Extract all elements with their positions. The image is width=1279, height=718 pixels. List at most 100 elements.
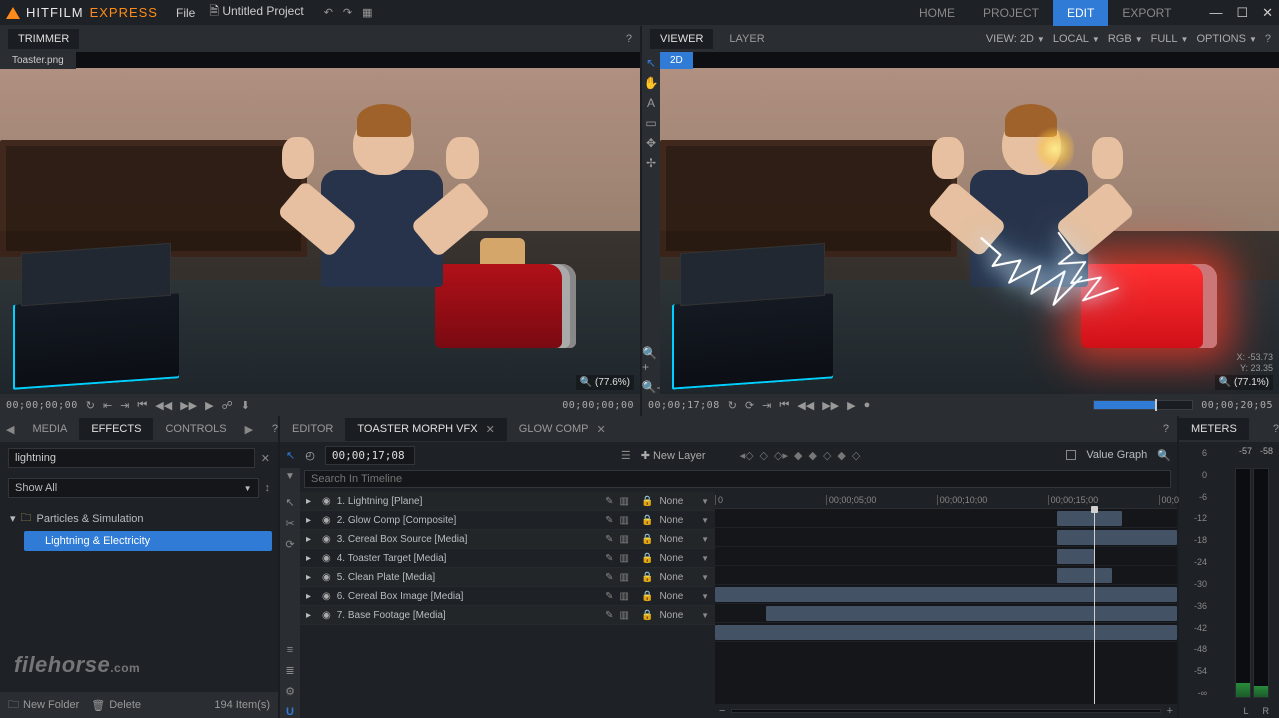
blend-row[interactable]: 🔒None▼ xyxy=(635,549,715,568)
gutter-rate-icon[interactable]: ⟳ xyxy=(285,538,294,551)
export-frame-icon[interactable]: ⬇ xyxy=(241,399,250,412)
tabs-right-arrow[interactable]: ▶ xyxy=(239,423,259,436)
pointer-tool-icon[interactable]: ↖ xyxy=(286,449,295,462)
maximize-icon[interactable]: ☐ xyxy=(1236,5,1248,21)
visibility-icon[interactable]: ◉ xyxy=(322,591,331,602)
fx-icon[interactable]: ▥ xyxy=(620,610,629,621)
clip[interactable] xyxy=(1057,511,1122,526)
chevron-down-icon[interactable]: ▼ xyxy=(701,497,709,506)
tab-controls[interactable]: CONTROLS xyxy=(153,418,238,440)
delete-button[interactable]: 🗑 Delete xyxy=(91,699,141,712)
nav-export[interactable]: EXPORT xyxy=(1108,0,1185,26)
hand-tool-icon[interactable]: ✋ xyxy=(644,76,659,90)
chevron-down-icon[interactable]: ▼ xyxy=(701,554,709,563)
clock-icon[interactable]: ◴ xyxy=(305,449,315,462)
nav-home[interactable]: HOME xyxy=(905,0,969,26)
edit-icon[interactable]: ✎ xyxy=(605,553,613,564)
tab-editor[interactable]: EDITOR xyxy=(280,418,345,440)
zoom-in-icon[interactable]: 🔍+ xyxy=(642,346,660,374)
minimize-icon[interactable]: — xyxy=(1209,5,1222,21)
kf-diamond-icon[interactable]: ◆ xyxy=(794,449,802,462)
text-tool-icon[interactable]: A xyxy=(647,96,655,110)
step-back-icon[interactable]: ◀◀ xyxy=(155,399,172,412)
mini-scrubber[interactable] xyxy=(1093,400,1193,410)
playhead[interactable] xyxy=(1094,509,1095,704)
help-icon[interactable]: ? xyxy=(1155,423,1177,435)
full-dd[interactable]: FULL▼ xyxy=(1151,33,1189,45)
help-icon[interactable]: ? xyxy=(626,33,632,45)
marker-icon[interactable]: ☍ xyxy=(222,399,233,412)
kf-diamond2-icon[interactable]: ◆ xyxy=(808,449,816,462)
sort-icon[interactable]: ↕ xyxy=(265,482,271,494)
layer-row[interactable]: ▸◉1. Lightning [Plane]✎▥ xyxy=(300,492,635,511)
layer-row[interactable]: ▸◉4. Toaster Target [Media]✎▥ xyxy=(300,549,635,568)
value-graph-cb[interactable] xyxy=(1066,450,1076,460)
nav-edit[interactable]: EDIT xyxy=(1053,0,1108,26)
track[interactable] xyxy=(715,623,1177,642)
track[interactable] xyxy=(715,528,1177,547)
timeline-search-input[interactable] xyxy=(304,470,1171,488)
gutter-slice-icon[interactable]: ✂ xyxy=(285,517,294,530)
options-dd[interactable]: OPTIONS▼ xyxy=(1196,33,1256,45)
step-fwd-icon[interactable]: ▶▶ xyxy=(822,399,839,412)
expand-icon[interactable]: ▸ xyxy=(306,496,316,507)
fx-icon[interactable]: ▥ xyxy=(620,534,629,545)
effects-filter-dd[interactable]: Show All ▼ xyxy=(8,478,259,498)
visibility-icon[interactable]: ◉ xyxy=(322,496,331,507)
timeline-ruler[interactable]: 000;00;05;0000;00;10;0000;00;15;0000;0 xyxy=(715,492,1177,509)
tree-folder[interactable]: ▾ 🗀 Particles & Simulation xyxy=(6,506,272,531)
lock-icon[interactable]: 🔒 xyxy=(641,534,653,545)
timeline[interactable]: 000;00;05;0000;00;10;0000;00;15;0000;0 −… xyxy=(715,492,1177,718)
close-tab-icon[interactable]: ✕ xyxy=(596,423,605,436)
snap-tool-icon[interactable]: ✥ xyxy=(646,136,656,150)
kf-add-icon[interactable]: ◇ xyxy=(760,449,768,462)
edit-icon[interactable]: ✎ xyxy=(605,610,613,621)
edit-icon[interactable]: ✎ xyxy=(605,496,613,507)
blend-row[interactable]: 🔒None▼ xyxy=(635,587,715,606)
chevron-down-icon[interactable]: ▼ xyxy=(701,535,709,544)
clip[interactable] xyxy=(1057,568,1112,583)
loop-icon[interactable]: ↻ xyxy=(728,399,737,412)
gutter-snap-icon[interactable]: U xyxy=(286,706,294,718)
trimmer-tc-left[interactable]: 00;00;00;00 xyxy=(6,400,78,411)
fx-icon[interactable]: ▥ xyxy=(620,553,629,564)
clip[interactable] xyxy=(715,625,1177,640)
lock-icon[interactable]: 🔒 xyxy=(641,553,653,564)
prev-icon[interactable]: ⏮ xyxy=(137,399,147,412)
trimmer-file-tab[interactable]: Toaster.png xyxy=(0,52,76,69)
new-folder-button[interactable]: 🗀 New Folder xyxy=(8,696,79,715)
track[interactable] xyxy=(715,509,1177,528)
edit-icon[interactable]: ✎ xyxy=(605,515,613,526)
out-icon[interactable]: ⇥ xyxy=(120,399,129,412)
clip[interactable] xyxy=(715,587,1177,602)
layer-tab[interactable]: LAYER xyxy=(721,29,772,49)
mask-tool-icon[interactable]: ▭ xyxy=(645,116,656,130)
step-fwd-icon[interactable]: ▶▶ xyxy=(180,399,197,412)
gutter-gear-icon[interactable]: ⚙ xyxy=(285,685,295,698)
move-tool-icon[interactable]: ✢ xyxy=(646,156,656,170)
clip[interactable] xyxy=(1057,530,1177,545)
step-back-icon[interactable]: ◀◀ xyxy=(797,399,814,412)
expand-icon[interactable]: ▸ xyxy=(306,591,316,602)
fx-icon[interactable]: ▥ xyxy=(620,591,629,602)
tab-comp-1[interactable]: TOASTER MORPH VFX✕ xyxy=(345,418,506,441)
local-dd[interactable]: LOCAL▼ xyxy=(1053,33,1100,45)
timeline-zoom-slider[interactable] xyxy=(731,709,1160,713)
menu-file[interactable]: File xyxy=(176,6,195,20)
kf-prev-icon[interactable]: ◂◇ xyxy=(740,449,754,462)
visibility-icon[interactable]: ◉ xyxy=(322,515,331,526)
blend-row[interactable]: 🔒None▼ xyxy=(635,530,715,549)
zoom-plus-icon[interactable]: + xyxy=(1167,705,1173,717)
help-icon[interactable]: ? xyxy=(272,423,278,435)
rgb-dd[interactable]: RGB▼ xyxy=(1108,33,1143,45)
effects-search-input[interactable] xyxy=(8,448,255,468)
viewer-tab[interactable]: VIEWER xyxy=(650,29,713,49)
prev-frame-icon[interactable]: ⏮ xyxy=(779,399,789,412)
gutter-a-icon[interactable]: ≡ xyxy=(287,644,293,656)
help-icon[interactable]: ? xyxy=(1265,33,1271,45)
tab-effects[interactable]: EFFECTS xyxy=(79,418,153,440)
fx-icon[interactable]: ▥ xyxy=(620,572,629,583)
track[interactable] xyxy=(715,604,1177,623)
redo-icon[interactable]: ↷ xyxy=(343,6,352,19)
in-icon[interactable]: ⇤ xyxy=(103,399,112,412)
